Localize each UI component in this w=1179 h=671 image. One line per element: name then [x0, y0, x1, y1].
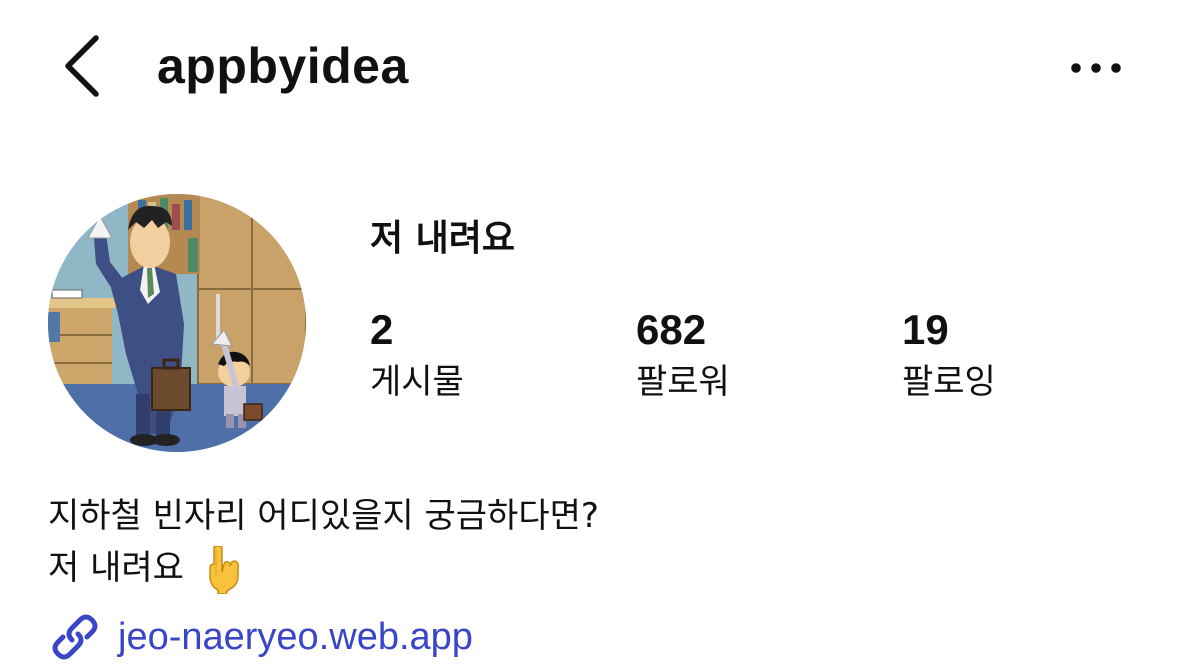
profile-display-name: 저 내려요	[370, 218, 516, 259]
stat-posts-label: 게시물	[370, 362, 464, 402]
avatar[interactable]	[48, 194, 306, 452]
bio-line-1: 지하철 빈자리 어디있을지 궁금하다면?	[48, 496, 599, 536]
profile-username: appbyidea	[157, 38, 409, 94]
profile-header: appbyidea	[0, 0, 1179, 140]
chevron-left-icon	[65, 35, 99, 97]
stat-following-label: 팔로잉	[902, 362, 996, 402]
link-icon	[52, 614, 98, 660]
profile-link-text[interactable]: jeo-naeryeo.web.app	[118, 610, 473, 664]
stat-posts[interactable]: 2 게시물	[370, 306, 464, 408]
stat-following-count: 19	[902, 306, 949, 353]
back-button[interactable]	[56, 30, 116, 102]
profile-bio: 지하철 빈자리 어디있을지 궁금하다면? 저 내려요	[48, 490, 599, 595]
stat-followers-count: 682	[636, 306, 707, 353]
profile-link[interactable]: jeo-naeryeo.web.app	[48, 610, 473, 664]
stat-followers-label: 팔로워	[636, 362, 730, 402]
stat-following[interactable]: 19 팔로잉	[902, 306, 996, 408]
stat-posts-count: 2	[370, 306, 394, 353]
more-options-button[interactable]	[1064, 48, 1128, 88]
stat-followers[interactable]: 682 팔로워	[636, 306, 730, 408]
avatar-illustration	[48, 194, 306, 452]
pointing-down-emoji-icon	[202, 544, 242, 595]
more-horizontal-icon	[1071, 63, 1121, 73]
bio-line-2-text: 저 내려요	[48, 548, 184, 588]
bio-line-2: 저 내려요	[48, 542, 599, 595]
